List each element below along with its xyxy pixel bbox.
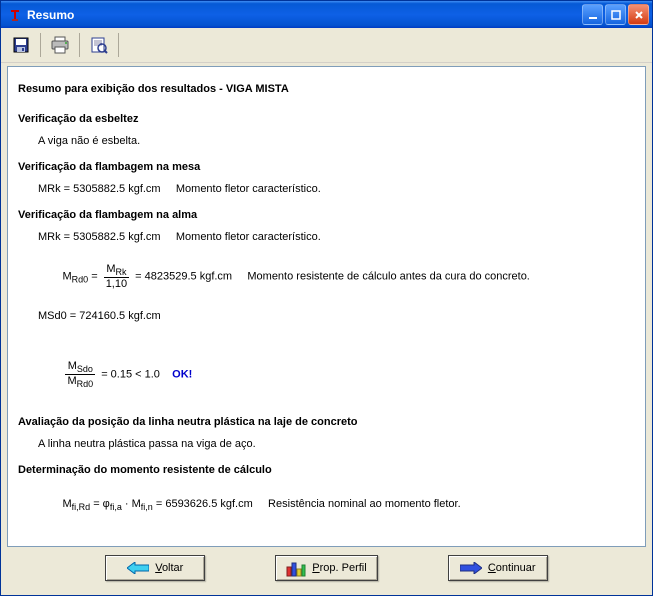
continue-button[interactable]: Continuar xyxy=(448,555,548,581)
print-icon xyxy=(50,36,70,54)
profile-button[interactable]: Prop. Perfil xyxy=(275,555,377,581)
close-button[interactable] xyxy=(628,4,649,25)
toolbar xyxy=(1,28,652,63)
report-line: MRk = 5305882.5 kgf.cm Momento fletor ca… xyxy=(38,183,635,195)
toolbar-separator xyxy=(79,33,80,57)
report-line: MSd0 = 724160.5 kgf.cm xyxy=(38,310,635,322)
report-line: Mfi,Rd = φfi,a · Mfi,n = 6593626.5 kgf.c… xyxy=(38,486,635,524)
section-heading: Verificação da flambagem na mesa xyxy=(18,161,635,173)
button-label: Voltar xyxy=(155,562,183,574)
section-heading: Avaliação da posição da linha neutra plá… xyxy=(18,416,635,428)
maximize-button[interactable] xyxy=(605,4,626,25)
report-line: MRd0 = MRk1,10 = 4823529.5 kgf.cm Moment… xyxy=(38,251,635,302)
report-line: MRk = 5305882.5 kgf.cm Momento fletor ca… xyxy=(38,231,635,243)
section-heading: Determinação do momento resistente de cá… xyxy=(18,464,635,476)
app-icon xyxy=(7,7,23,23)
toolbar-separator xyxy=(40,33,41,57)
section-heading: Verificação da esbeltez xyxy=(18,113,635,125)
window-controls xyxy=(582,4,649,25)
minimize-button[interactable] xyxy=(582,4,603,25)
save-button[interactable] xyxy=(7,31,35,59)
preview-icon xyxy=(90,36,108,54)
report-line: MSdoMRd0 = 0.15 < 1.0 OK! xyxy=(38,348,635,401)
preview-button[interactable] xyxy=(85,31,113,59)
content-container: Resumo para exibição dos resultados - VI… xyxy=(1,63,652,547)
chart-icon xyxy=(286,559,306,577)
button-label: Continuar xyxy=(488,562,536,574)
back-button[interactable]: Voltar xyxy=(105,555,205,581)
section-heading: Verificação da flambagem na alma xyxy=(18,209,635,221)
window-title: Resumo xyxy=(27,8,582,22)
print-button[interactable] xyxy=(46,31,74,59)
report-line: A viga não é esbelta. xyxy=(38,135,635,147)
app-window: Resumo xyxy=(0,0,653,596)
bottom-toolbar: Voltar Prop. Perfil Continuar xyxy=(1,547,652,595)
save-icon xyxy=(12,36,30,54)
report-title: Resumo para exibição dos resultados - VI… xyxy=(18,83,635,95)
toolbar-separator xyxy=(118,33,119,57)
button-label: Prop. Perfil xyxy=(312,562,366,574)
report-line: A linha neutra plástica passa na viga de… xyxy=(38,438,635,450)
titlebar: Resumo xyxy=(1,1,652,28)
report-content[interactable]: Resumo para exibição dos resultados - VI… xyxy=(7,66,646,547)
arrow-right-icon xyxy=(460,562,482,574)
arrow-left-icon xyxy=(127,562,149,574)
